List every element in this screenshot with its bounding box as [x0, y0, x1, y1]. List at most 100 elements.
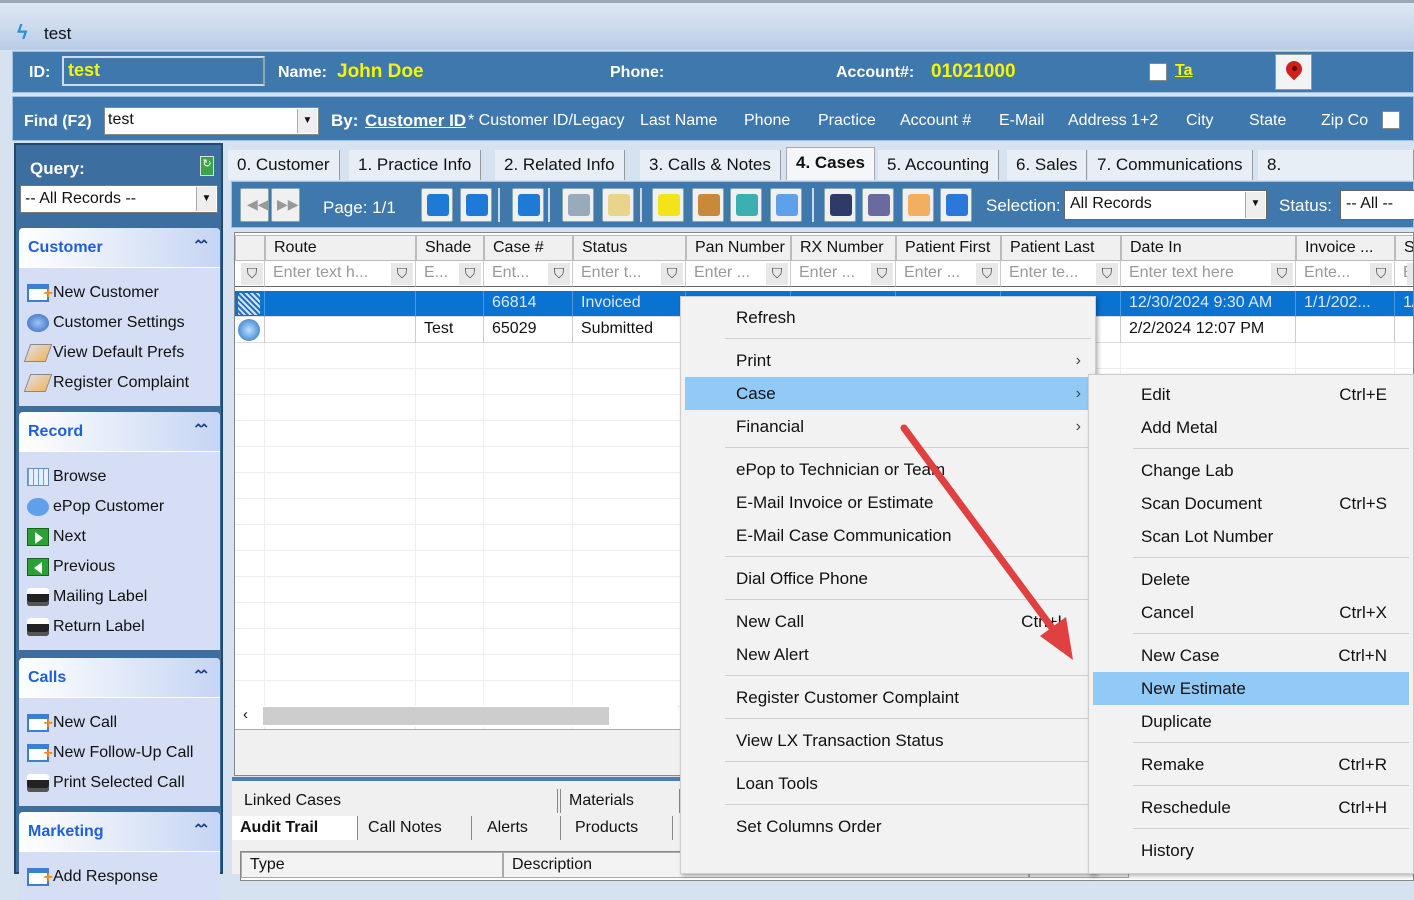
search-checkbox[interactable]	[1382, 111, 1400, 129]
sidebar-item-new-call[interactable]: New Call	[19, 708, 220, 739]
filter-input-route[interactable]: Enter text h... ⛉	[265, 261, 416, 287]
filter-input-date-in[interactable]: Enter text here ⛉	[1121, 261, 1296, 287]
sidebar-item-customer-settings[interactable]: Customer Settings	[19, 308, 220, 338]
column-header-rx-number[interactable]: RX Number	[791, 235, 896, 261]
print-button[interactable]	[562, 188, 594, 222]
filter-icon[interactable]: ⛉	[548, 263, 570, 285]
chat-button[interactable]	[770, 188, 802, 222]
column-header-date-in[interactable]: Date In	[1121, 235, 1296, 261]
tab-linked-cases[interactable]: Linked Cases	[236, 789, 558, 813]
tab-cases[interactable]: 4. Cases	[786, 147, 875, 180]
menu-item-e-mail-invoice-or-estimate[interactable]: E-Mail Invoice or Estimate	[685, 486, 1091, 519]
filter-input-pan-number[interactable]: Enter ... ⛉	[686, 261, 791, 287]
refresh-icon[interactable]: ↻	[200, 156, 214, 176]
add-case-button[interactable]	[421, 188, 453, 222]
map-pin-icon[interactable]	[1275, 54, 1312, 90]
column-header-case[interactable]: Case #	[484, 235, 573, 261]
column-header-type[interactable]: Type	[241, 852, 503, 878]
filter-input-status[interactable]: Enter t... ⛉	[573, 261, 686, 287]
sidebar-item-return-label[interactable]: Return Label	[19, 612, 220, 642]
sidebar-item-mailing-label[interactable]: Mailing Label	[19, 582, 220, 612]
tab-practice-info[interactable]: 1. Practice Info	[349, 150, 482, 180]
prefs-button[interactable]	[902, 188, 934, 222]
tab-calls-notes[interactable]: 3. Calls & Notes	[640, 150, 781, 180]
column-header-route[interactable]: Route	[265, 235, 416, 261]
globe-button[interactable]	[730, 188, 762, 222]
menu-item-set-columns-order[interactable]: Set Columns Order	[685, 810, 1091, 843]
tab-customer[interactable]: 0. Customer	[228, 150, 340, 180]
search-by-practice-link[interactable]: Practice	[818, 112, 876, 130]
tab-correspondence[interactable]: 8. Correspondence	[1258, 150, 1414, 204]
menu-item-add-metal[interactable]: Add Metal	[1093, 411, 1409, 444]
collapse-chevron-icon[interactable]: ⌃⌃	[193, 667, 211, 684]
header-checkbox-label[interactable]: Ta	[1175, 62, 1192, 80]
filter-icon[interactable]: ⛉	[871, 263, 893, 285]
search-by-zip-co-link[interactable]: Zip Co	[1321, 112, 1368, 130]
filter-icon[interactable]: ⛉	[976, 263, 998, 285]
last-page-button[interactable]: ▶▶	[271, 188, 300, 222]
email-button[interactable]	[602, 188, 634, 222]
sidebar-item-view-default-prefs[interactable]: View Default Prefs	[19, 338, 220, 368]
menu-item-delete[interactable]: Delete	[1093, 563, 1409, 596]
tab-accounting[interactable]: 5. Accounting	[878, 150, 1000, 180]
search-by-customer-id-legacy-link[interactable]: * Customer ID/Legacy	[468, 112, 625, 130]
scrollbar-thumb[interactable]	[263, 707, 609, 725]
menu-item-refresh[interactable]: Refresh	[685, 301, 1091, 334]
filter-input-invoice[interactable]: Ente... ⛉	[1296, 261, 1395, 287]
menu-item-duplicate[interactable]: Duplicate	[1093, 705, 1409, 738]
menu-item-new-case[interactable]: New Case Ctrl+N	[1093, 639, 1409, 672]
sidebar-item-new-customer[interactable]: New Customer	[19, 278, 220, 309]
sidebar-section-header[interactable]: Record ⌃⌃	[19, 412, 220, 452]
menu-item-register-customer-complaint[interactable]: Register Customer Complaint	[685, 681, 1091, 714]
filter-input-patient-last[interactable]: Enter te... ⛉	[1001, 261, 1121, 287]
menu-item-epop-to-technician-or-team[interactable]: ePop to Technician or Team	[685, 453, 1091, 486]
filter-icon[interactable]: ⛉	[661, 263, 683, 285]
status-select[interactable]: -- All --	[1340, 190, 1414, 220]
query-select[interactable]: -- All Records -- ▼	[20, 185, 218, 213]
column-header-pan-number[interactable]: Pan Number	[686, 235, 791, 261]
sidebar-item-previous[interactable]: Previous	[19, 552, 220, 582]
selection-select[interactable]: All Records ▼	[1064, 190, 1267, 220]
filter-input-shade[interactable]: E... ⛉	[416, 261, 484, 287]
sidebar-item-epop-customer[interactable]: ePop Customer	[19, 492, 220, 522]
collapse-chevron-icon[interactable]: ⌃⌃	[193, 237, 211, 254]
column-header-patient-first[interactable]: Patient First	[896, 235, 1001, 261]
menu-item-edit[interactable]: Edit Ctrl+E	[1093, 378, 1409, 411]
tab-sales[interactable]: 6. Sales	[1007, 150, 1088, 180]
collapse-chevron-icon[interactable]: ⌃⌃	[193, 421, 211, 438]
sidebar-item-next[interactable]: Next	[19, 522, 220, 552]
sidebar-item-browse[interactable]: Browse	[19, 462, 220, 492]
horizontal-scrollbar[interactable]: ‹	[237, 705, 677, 727]
menu-item-reschedule[interactable]: Reschedule Ctrl+H	[1093, 791, 1409, 824]
filter-icon[interactable]: ⛉	[1407, 263, 1413, 285]
search-by-city-link[interactable]: City	[1186, 112, 1214, 130]
chevron-down-icon[interactable]: ▼	[297, 109, 317, 133]
column-header-status[interactable]: Status	[573, 235, 686, 261]
tab-products[interactable]: Products	[567, 816, 673, 840]
filter-input-sh[interactable]: En⛉	[1395, 261, 1413, 287]
tab-materials[interactable]: Materials	[560, 789, 680, 813]
tab-communications[interactable]: 7. Communications	[1088, 150, 1253, 180]
menu-item-e-mail-case-communication[interactable]: E-Mail Case Communication	[685, 519, 1091, 552]
camera-button[interactable]	[862, 188, 894, 222]
menu-item-scan-lot-number[interactable]: Scan Lot Number	[1093, 520, 1409, 553]
sidebar-item-register-complaint[interactable]: Register Complaint	[19, 368, 220, 398]
tab-related-info[interactable]: 2. Related Info	[495, 150, 625, 180]
case-report-button[interactable]	[512, 188, 544, 222]
filter-icon[interactable]: ⛉	[1271, 263, 1293, 285]
menu-item-cancel[interactable]: Cancel Ctrl+X	[1093, 596, 1409, 629]
menu-item-history[interactable]: History	[1093, 834, 1409, 867]
search-by-state-link[interactable]: State	[1249, 112, 1286, 130]
id-input[interactable]: test	[62, 56, 265, 86]
menu-item-loan-tools[interactable]: Loan Tools	[685, 767, 1091, 800]
filter-input-case[interactable]: Ent... ⛉	[484, 261, 573, 287]
timer-button[interactable]	[692, 188, 724, 222]
tab-call-notes[interactable]: Call Notes	[360, 816, 472, 840]
menu-item-remake[interactable]: Remake Ctrl+R	[1093, 748, 1409, 781]
menu-item-case[interactable]: Case ›	[685, 377, 1091, 410]
column-header-invoice[interactable]: Invoice ...	[1296, 235, 1395, 261]
column-header-patient-last[interactable]: Patient Last	[1001, 235, 1121, 261]
filter-icon[interactable]: ⛉	[391, 263, 413, 285]
chevron-down-icon[interactable]: ▼	[196, 187, 216, 211]
notes-button[interactable]	[652, 188, 684, 222]
